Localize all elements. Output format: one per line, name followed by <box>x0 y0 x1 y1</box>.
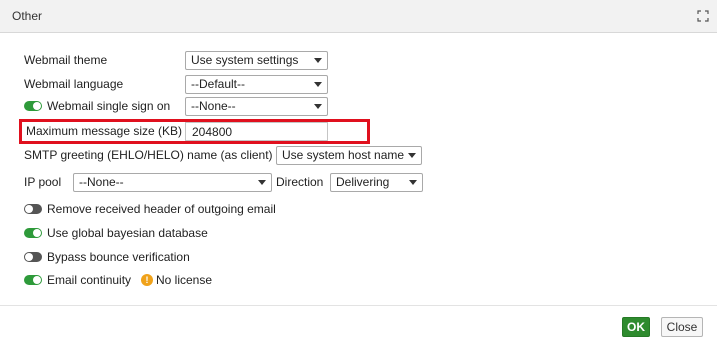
smtp-greeting-label: SMTP greeting (EHLO/HELO) name (as clien… <box>24 148 273 162</box>
webmail-theme-label: Webmail theme <box>24 53 108 67</box>
ip-pool-label: IP pool <box>24 175 62 189</box>
smtp-greeting-value: Use system host name <box>282 148 405 162</box>
webmail-language-select[interactable]: --Default-- <box>185 75 328 94</box>
webmail-language-label: Webmail language <box>24 77 124 91</box>
max-message-size-input[interactable] <box>185 122 328 141</box>
dialog-title: Other <box>12 9 43 23</box>
ip-pool-value: --None-- <box>79 175 124 189</box>
direction-value: Delivering <box>336 175 390 189</box>
toggle-knob <box>25 253 33 261</box>
close-button[interactable]: Close <box>661 317 703 337</box>
smtp-greeting-select[interactable]: Use system host name <box>276 146 422 165</box>
global-bayesian-toggle[interactable] <box>24 228 42 238</box>
email-continuity-label: Email continuity <box>47 273 132 287</box>
other-dialog: Other Webmail theme Use system settings … <box>0 0 717 350</box>
webmail-sso-select[interactable]: --None-- <box>185 97 328 116</box>
max-message-size-label: Maximum message size (KB) <box>26 124 183 138</box>
expand-icon[interactable] <box>697 10 709 22</box>
toggle-knob <box>33 102 41 110</box>
chevron-down-icon <box>408 153 416 158</box>
bypass-bounce-label: Bypass bounce verification <box>47 250 190 264</box>
direction-select[interactable]: Delivering <box>330 173 423 192</box>
chevron-down-icon <box>314 82 322 87</box>
toggle-knob <box>33 276 41 284</box>
dialog-titlebar: Other <box>0 0 717 33</box>
direction-label: Direction <box>276 175 324 189</box>
toggle-knob <box>33 229 41 237</box>
webmail-sso-toggle[interactable] <box>24 101 42 111</box>
remove-received-header-label: Remove received header of outgoing email <box>47 202 276 216</box>
webmail-sso-value: --None-- <box>191 99 236 113</box>
chevron-down-icon <box>258 180 266 185</box>
email-continuity-toggle[interactable] <box>24 275 42 285</box>
chevron-down-icon <box>409 180 417 185</box>
toggle-knob <box>25 205 33 213</box>
warning-icon: ! <box>141 274 153 286</box>
webmail-theme-value: Use system settings <box>191 53 299 67</box>
license-note: No license <box>156 273 213 287</box>
ok-button[interactable]: OK <box>622 317 650 337</box>
webmail-language-value: --Default-- <box>191 77 246 91</box>
webmail-theme-select[interactable]: Use system settings <box>185 51 328 70</box>
chevron-down-icon <box>314 104 322 109</box>
footer-divider <box>0 305 717 306</box>
chevron-down-icon <box>314 58 322 63</box>
remove-received-header-toggle[interactable] <box>24 204 42 214</box>
global-bayesian-label: Use global bayesian database <box>47 226 208 240</box>
webmail-sso-label: Webmail single sign on <box>47 99 171 113</box>
ip-pool-select[interactable]: --None-- <box>73 173 272 192</box>
bypass-bounce-toggle[interactable] <box>24 252 42 262</box>
